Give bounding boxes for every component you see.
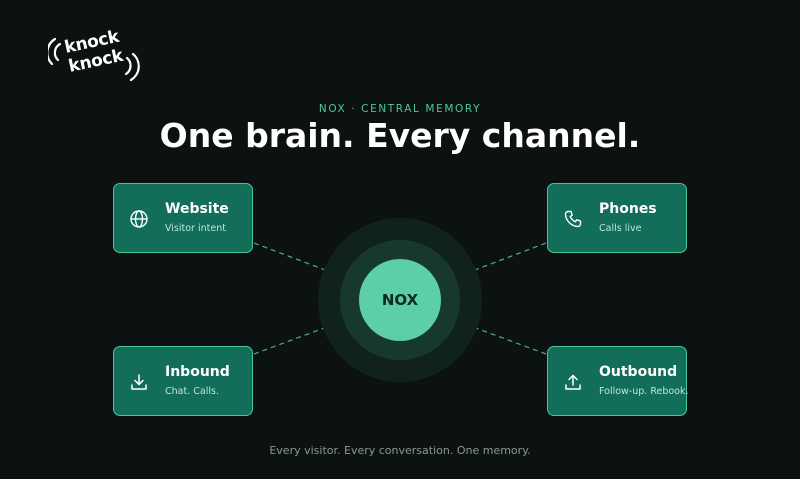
footer-tagline: Every visitor. Every conversation. One m… — [269, 444, 531, 457]
node-phones: Phones Calls live — [547, 183, 687, 253]
globe-icon — [130, 210, 148, 228]
node-inbound: Inbound Chat. Calls. — [113, 346, 253, 416]
node-subtitle: Follow-up. Rebook. — [599, 386, 689, 397]
node-title: Outbound — [599, 364, 678, 380]
upload-icon — [565, 374, 581, 390]
phone-icon — [564, 210, 582, 228]
node-title: Inbound — [165, 364, 230, 380]
node-website: Website Visitor intent — [113, 183, 253, 253]
node-title: Website — [165, 201, 229, 217]
diagram-stage: knock knock NOX · CENTRAL MEMORY One bra… — [0, 0, 800, 479]
node-subtitle: Chat. Calls. — [165, 386, 219, 397]
node-subtitle: Calls live — [599, 223, 642, 234]
hub-label: NOX — [381, 291, 419, 309]
node-subtitle: Visitor intent — [165, 223, 226, 234]
node-title: Phones — [599, 201, 657, 217]
download-icon — [131, 374, 147, 390]
hub-nox: NOX — [359, 259, 441, 341]
node-outbound: Outbound Follow-up. Rebook. — [547, 346, 689, 416]
